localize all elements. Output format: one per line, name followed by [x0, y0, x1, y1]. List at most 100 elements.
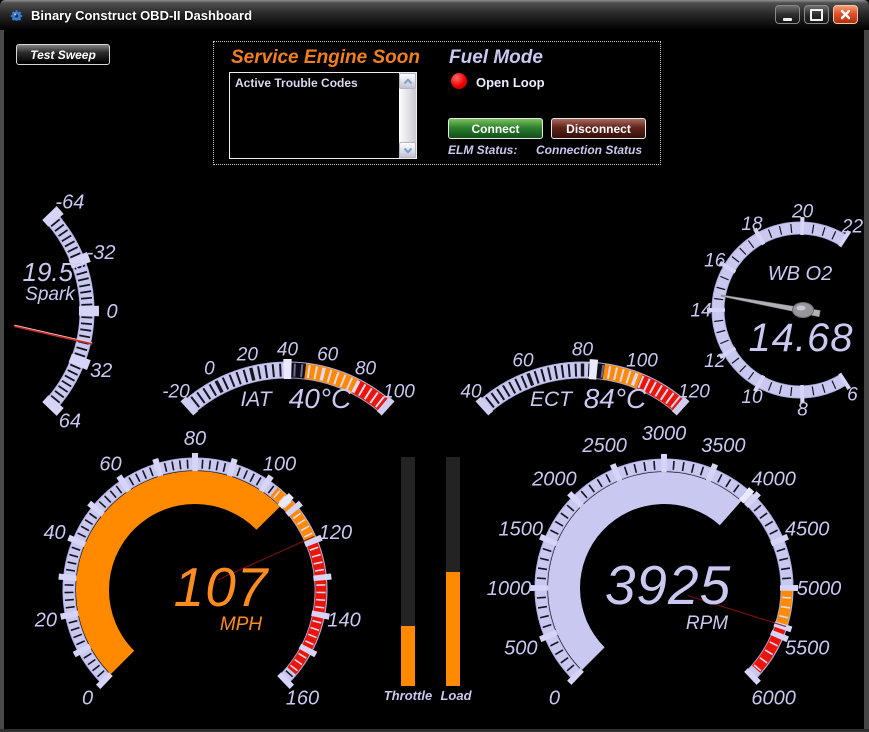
gauge-rpm-tick-label: 1000: [487, 578, 532, 600]
gauge-rpm-tick-label: 1500: [499, 519, 544, 541]
close-icon: [840, 9, 851, 20]
window-border-left: [0, 28, 4, 732]
gauge-wbo2-value: 14.68: [748, 316, 853, 360]
minimize-button[interactable]: [775, 5, 800, 24]
gauge-wbo2-tick-label: 20: [791, 202, 814, 223]
maximize-icon: [810, 9, 823, 21]
trouble-code-item[interactable]: Active Trouble Codes: [230, 73, 399, 90]
chevron-up-icon: [403, 78, 413, 85]
gauge-rpm-tick-label: 5000: [797, 578, 842, 600]
gauge-mph-tick-label: 40: [43, 522, 65, 544]
load-bar: [446, 457, 460, 686]
gauge-iat-tick-label: 100: [383, 381, 415, 402]
gauge-rpm-tick-label: 2000: [531, 468, 577, 490]
gauge-ect-tick-label: 40: [460, 381, 482, 402]
gauge-iat: -20020406080100IAT40°C: [162, 340, 415, 416]
gauge-rpm-value: 3925: [605, 554, 731, 616]
throttle-bar-fill: [401, 626, 415, 686]
gauge-ect-label: ECT: [530, 388, 574, 411]
gauge-spark-label: Spark: [25, 284, 76, 305]
connection-status-label: Connection Status: [536, 143, 642, 157]
gauge-wbo2-tick-label: 6: [847, 385, 858, 406]
title-bar[interactable]: Binary Construct OBD-II Dashboard: [0, 0, 869, 30]
gauge-mph-tick-label: 60: [99, 454, 121, 476]
gauge-mph: 020406080100120140160107MPH: [34, 428, 361, 709]
chevron-down-icon: [403, 147, 413, 154]
gauge-spark-tick-label: 64: [59, 411, 81, 433]
gauge-iat-tick-label: 60: [317, 344, 339, 365]
status-panel: Service Engine Soon Active Trouble Codes…: [213, 41, 661, 165]
window-title: Binary Construct OBD-II Dashboard: [31, 8, 252, 23]
fuel-mode-indicator-icon: [451, 73, 467, 89]
gauge-iat-tick-label: -20: [162, 381, 190, 402]
gauge-iat-label: IAT: [240, 388, 273, 411]
scroll-down-button[interactable]: [399, 142, 416, 158]
gauge-mph-value: 107: [174, 556, 270, 618]
test-sweep-button[interactable]: Test Sweep: [16, 44, 110, 65]
trouble-codes-scrollbar[interactable]: [399, 73, 416, 158]
close-button[interactable]: [833, 5, 858, 24]
app-gear-icon: [9, 8, 24, 23]
gauge-wbo2-tick-label: 8: [797, 400, 808, 421]
app-window: Binary Construct OBD-II Dashboard -64 -32…: [0, 0, 869, 732]
gauge-rpm: 0 500 1000 1500 20002500 3000 35004000 4500 5000…: [487, 423, 842, 710]
gauge-wbo2-tick-label: 10: [741, 387, 763, 408]
gauge-mph-tick-label: 20: [34, 610, 57, 632]
fuel-mode-status: Open Loop: [476, 75, 545, 90]
gauge-rpm-tick-label: 3500: [701, 435, 746, 457]
gauge-mph-tick-label: 120: [319, 522, 352, 544]
gauge-wbo2-needle-hub: [793, 303, 814, 318]
disconnect-button[interactable]: Disconnect: [551, 118, 646, 139]
trouble-codes-listbox[interactable]: Active Trouble Codes: [229, 72, 417, 159]
gauge-iat-tick-label: 0: [204, 359, 215, 380]
gauge-rpm-tick-label: 6000: [751, 688, 796, 710]
gauge-mph-tick-label: 140: [327, 610, 360, 632]
connect-button[interactable]: Connect: [448, 118, 543, 139]
gauge-wbo2-label: WB O2: [768, 263, 832, 285]
gauge-rpm-tick-label: 4500: [785, 519, 830, 541]
throttle-bar: [401, 457, 415, 686]
gauge-rpm-tick-label: 0: [549, 688, 560, 710]
gauge-wbo2-tick-label: 16: [704, 250, 726, 271]
load-label: Load: [434, 688, 478, 703]
gauge-rpm-tick-label: 3000: [642, 423, 687, 445]
maximize-button[interactable]: [804, 5, 829, 24]
gauge-wbo2-tick-label: 12: [704, 351, 726, 372]
gauge-spark-value: 19.5°: [22, 257, 83, 287]
gauge-wbo2-tick-label: 18: [741, 214, 763, 235]
gauge-ect-tick-label: 100: [626, 350, 658, 371]
gauge-ect-value: 84°C: [584, 383, 647, 414]
gauge-ect-tick-label: 60: [512, 350, 534, 371]
gauge-rpm-peak-needle: [688, 596, 786, 627]
gauge-mph-tick-label: 160: [286, 687, 319, 709]
window-controls: [775, 5, 858, 24]
gauge-iat-tick-label: 40: [277, 340, 299, 361]
fuel-mode-title: Fuel Mode: [449, 47, 543, 69]
minimize-icon: [783, 18, 792, 21]
gauge-wbo2-tick-label: 22: [841, 217, 864, 238]
gauge-wbo2-needle: [721, 295, 820, 317]
gauge-spark-tick-label: -64: [55, 191, 84, 213]
window-border-right: [864, 28, 869, 732]
gauge-rpm-tick-label: 500: [504, 637, 537, 659]
gauge-iat-tick-label: 20: [236, 344, 259, 365]
gauge-rpm-tick-label: 5500: [785, 637, 830, 659]
load-bar-fill: [446, 572, 460, 687]
gauge-mph-tick-label: 100: [263, 454, 296, 476]
gauge-spark: -64-320326419.5°Spark: [14, 191, 117, 432]
gauge-spark-needle: [14, 326, 92, 344]
scroll-up-button[interactable]: [399, 73, 416, 89]
gauge-spark-tick-label: -32: [87, 242, 116, 264]
gauge-wbo2-tick-label: 14: [690, 301, 711, 322]
trouble-codes-list: Active Trouble Codes: [230, 73, 399, 158]
gauge-wbo2: 6 8 10 12 14 16 18 20 22 WB O2 14.68: [690, 202, 863, 421]
gauge-rpm-tick-label: 4000: [751, 468, 796, 490]
gauge-mph-tick-label: 0: [82, 687, 93, 709]
gauge-ect-tick-label: 120: [678, 381, 710, 402]
gauge-spark-tick-label: 0: [106, 301, 117, 323]
gauge-ect-tick-label: 80: [572, 340, 594, 361]
gauge-rpm-tick-label: 2500: [581, 435, 627, 457]
gauge-mph-tick-label: 80: [184, 428, 206, 450]
gauge-rpm-label: RPM: [686, 613, 728, 634]
gauge-iat-tick-label: 80: [355, 359, 377, 380]
